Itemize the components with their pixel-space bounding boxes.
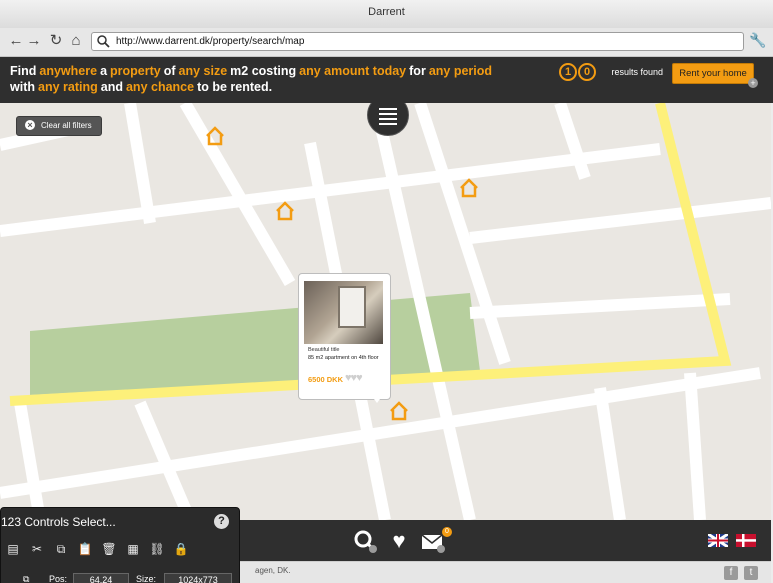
filter-link[interactable]: anywhere [39, 64, 97, 78]
sentence-text: of [163, 64, 176, 78]
browser-window: Darrent ← → ↻ ⌂ http://www.darrent.dk/pr… [0, 0, 773, 583]
results-label: results found [611, 67, 663, 77]
sentence-text: a [100, 64, 108, 78]
sentence-text: and [100, 80, 123, 94]
wrench-icon[interactable]: 🔧 [749, 32, 766, 49]
home-icon[interactable]: ⌂ [68, 32, 84, 50]
listing-price: 6500 DKK [308, 375, 344, 384]
clear-filters-label: Clear all filters [41, 121, 92, 130]
footer-copyright: agen, DK. [255, 566, 291, 575]
layers-icon[interactable]: ⧉ [23, 574, 29, 583]
clear-filters-button[interactable]: × Clear all filters [16, 116, 102, 136]
house-pin-icon[interactable] [458, 177, 480, 199]
message-count-badge: 0 [442, 527, 452, 537]
listing-photo-window [338, 286, 366, 328]
size-field[interactable]: 1024x773 [164, 573, 232, 583]
rent-button-label: Rent your home [679, 68, 747, 79]
filter-link[interactable]: any size [179, 64, 228, 78]
results-digit: 1 [559, 63, 577, 81]
clear-icon: × [25, 120, 35, 130]
listing-photo[interactable] [304, 281, 383, 344]
address-bar[interactable]: http://www.darrent.dk/property/search/ma… [91, 32, 744, 51]
copy-icon[interactable]: ⧉ [49, 542, 73, 557]
english-flag-icon[interactable] [708, 534, 728, 547]
twitter-icon[interactable]: t [744, 566, 758, 580]
filter-link[interactable]: any amount today [299, 64, 406, 78]
size-label: Size: [136, 574, 157, 583]
map-view[interactable]: × Clear all filters Beautiful title 85 m… [0, 103, 771, 520]
popup-pointer [371, 395, 383, 403]
results-digit: 0 [578, 63, 596, 81]
filter-link[interactable]: any chance [126, 80, 194, 94]
pos-label: Pos: [49, 574, 68, 583]
paste-icon[interactable]: 📋 [73, 542, 97, 556]
search-sentence-line-1: Find anywhere a property of any size m2 costin… [10, 64, 495, 78]
window-title: Darrent [368, 6, 405, 18]
ungroup-icon[interactable]: ▦ [121, 542, 145, 556]
cut-icon[interactable]: ✂ [25, 542, 49, 556]
controls-palette-panel[interactable]: 123 Controls Select... ? ▤ ✂ ⧉ 📋 🗑 ▦ ⛓ 🔒 ⧉ Pos:… [0, 507, 240, 583]
sentence-text: Find [10, 64, 37, 78]
sentence-text: m2 costing [230, 64, 297, 78]
url-text: http://www.darrent.dk/property/search/ma… [116, 36, 305, 47]
filter-link[interactable]: any rating [38, 80, 98, 94]
listing-popup-card[interactable]: Beautiful title 85 m2 apartment on 4th f… [298, 273, 391, 403]
palette-title: 123 Controls Select... [1, 515, 116, 529]
delete-icon[interactable]: 🗑 [97, 542, 121, 556]
facebook-icon[interactable]: f [724, 566, 738, 580]
house-pin-icon[interactable] [204, 125, 226, 147]
rent-your-home-button[interactable]: Rent your home + [672, 63, 758, 88]
help-icon[interactable]: ? [214, 514, 229, 529]
house-pin-icon[interactable] [274, 200, 296, 222]
search-icon[interactable] [352, 528, 378, 554]
danish-flag-icon[interactable] [736, 534, 756, 547]
listing-title: Beautiful title [308, 347, 340, 353]
search-icon [97, 35, 110, 48]
forward-icon[interactable]: → [26, 32, 42, 50]
group-icon[interactable]: ▤ [1, 542, 25, 556]
filter-link[interactable]: property [110, 64, 161, 78]
listing-rating-hearts[interactable]: ♥♥♥ [345, 372, 363, 384]
sentence-text: for [409, 64, 426, 78]
reload-icon[interactable]: ↻ [48, 32, 64, 50]
search-sentence-header: Find anywhere a property of any size m2 costin… [0, 57, 773, 103]
filter-link[interactable]: any period [429, 64, 492, 78]
lock-link-icon[interactable]: ⛓ [145, 542, 169, 556]
sentence-text: with [10, 80, 35, 94]
search-sentence-line-2: with any rating and any chance to be rented. [10, 80, 275, 94]
window-titlebar: Darrent [0, 0, 773, 29]
add-badge-icon: + [748, 78, 758, 88]
sentence-text: to be rented. [197, 80, 273, 94]
listing-description: 85 m2 apartment on 4th floor [308, 355, 379, 361]
favorites-heart-icon[interactable]: ♥ [386, 528, 412, 554]
house-pin-icon[interactable] [388, 400, 410, 422]
browser-toolbar: ← → ↻ ⌂ http://www.darrent.dk/property/s… [0, 28, 773, 57]
back-icon[interactable]: ← [8, 32, 24, 50]
results-counter: 10 results found [559, 63, 663, 81]
pos-field[interactable]: 64,24 [73, 573, 129, 583]
lock-icon[interactable]: 🔒 [169, 542, 193, 556]
palette-toolbar: ▤ ✂ ⧉ 📋 🗑 ▦ ⛓ 🔒 [1, 542, 193, 557]
